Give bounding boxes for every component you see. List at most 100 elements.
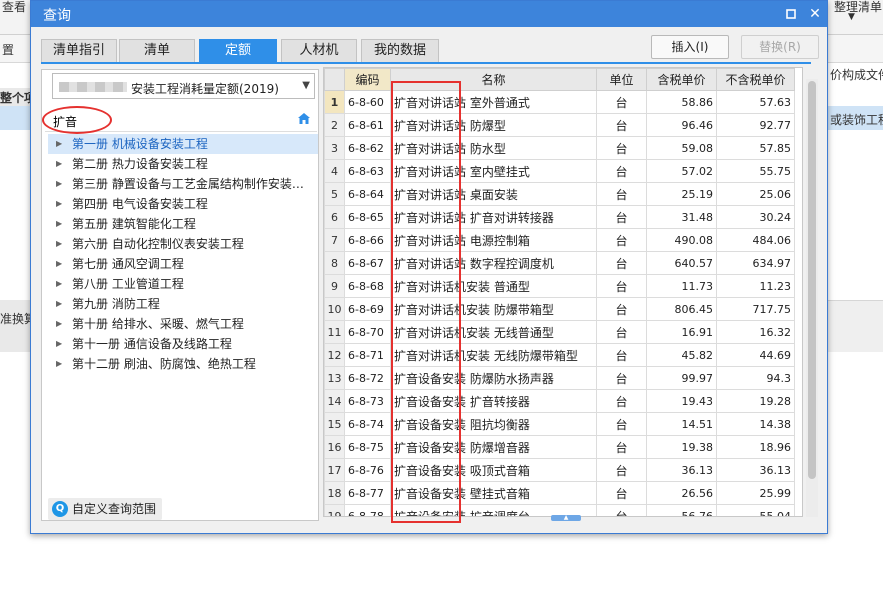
column-header-tax-price[interactable]: 含税单价 xyxy=(646,68,717,91)
column-header-name[interactable]: 名称 xyxy=(390,68,597,91)
column-header-unit[interactable]: 单位 xyxy=(596,68,647,91)
search-icon: Q xyxy=(52,501,68,517)
table-row[interactable]: 18 6-8-77 扩音设备安装 壁挂式音箱台 26.56 25.99 xyxy=(324,481,795,505)
tab-underline xyxy=(41,62,811,64)
vertical-scrollbar[interactable] xyxy=(806,79,818,517)
tab-list[interactable]: 清单 xyxy=(119,39,195,63)
caret-right-icon[interactable]: ▶ xyxy=(56,194,62,214)
quota-code: 6-8-62 xyxy=(344,136,391,160)
table-row[interactable]: 12 6-8-71 扩音对讲话机安装 无线防爆带箱型台 45.82 44.69 xyxy=(324,343,795,367)
table-row[interactable]: 14 6-8-73 扩音设备安装 扩音转接器台 19.43 19.28 xyxy=(324,389,795,413)
tab-labor-material-machine[interactable]: 人材机 xyxy=(281,39,357,63)
quota-name: 扩音对讲话站 室外普通式 xyxy=(390,90,597,114)
tree-item[interactable]: ▶ 第十一册 通信设备及线路工程 xyxy=(48,334,318,354)
quota-unit: 台 xyxy=(596,251,647,275)
home-icon[interactable] xyxy=(297,112,311,126)
notax-price: 44.69 xyxy=(716,343,795,367)
table-row[interactable]: 11 6-8-70 扩音对讲话机安装 无线普通型台 16.91 16.32 xyxy=(324,320,795,344)
tax-price: 14.51 xyxy=(646,412,717,436)
table-row[interactable]: 6 6-8-65 扩音对讲话站 扩音对讲转接器台 31.48 30.24 xyxy=(324,205,795,229)
table-row[interactable]: 8 6-8-67 扩音对讲话站 数字程控调度机台 640.57 634.97 xyxy=(324,251,795,275)
column-header-notax-price[interactable]: 不含税单价 xyxy=(716,68,795,91)
tree-item[interactable]: ▶ 第五册 建筑智能化工程 xyxy=(48,214,318,234)
replace-button[interactable]: 替换(R) xyxy=(741,35,819,59)
caret-right-icon[interactable]: ▶ xyxy=(56,234,62,254)
table-row[interactable]: 13 6-8-72 扩音设备安装 防爆防水扬声器台 99.97 94.3 xyxy=(324,366,795,390)
tab-quota[interactable]: 定额 xyxy=(199,39,277,63)
quota-unit: 台 xyxy=(596,90,647,114)
quota-unit: 台 xyxy=(596,113,647,137)
table-row[interactable]: 9 6-8-68 扩音对讲话机安装 普通型台 11.73 11.23 xyxy=(324,274,795,298)
caret-right-icon[interactable]: ▶ xyxy=(56,254,62,274)
app-row2-label: 置 xyxy=(2,43,15,57)
app-menu-fragment[interactable]: 查看 xyxy=(2,0,26,15)
table-row[interactable]: 1 6-8-60 扩音对讲话站 室外普通式台 58.86 57.63 xyxy=(324,90,795,114)
chapter-tree: ▶ 第一册 机械设备安装工程 ▶ 第二册 热力设备安装工程 ▶ 第三册 静置设备与工艺… xyxy=(48,134,318,374)
notax-price: 57.85 xyxy=(716,136,795,160)
decoration-project-label[interactable]: 或装饰工程 xyxy=(830,111,883,128)
app-selected-row[interactable] xyxy=(0,106,30,130)
row-number: 19 xyxy=(324,504,345,516)
quota-code: 6-8-73 xyxy=(344,389,391,413)
tree-item[interactable]: ▶ 第二册 热力设备安装工程 xyxy=(48,154,318,174)
quota-name: 扩音设备安装 防爆防水扬声器 xyxy=(390,366,597,390)
tree-item[interactable]: ▶ 第九册 消防工程 xyxy=(48,294,318,314)
tree-item[interactable]: ▶ 第十册 给排水、采暖、燃气工程 xyxy=(48,314,318,334)
table-row[interactable]: 17 6-8-76 扩音设备安装 吸顶式音箱台 36.13 36.13 xyxy=(324,458,795,482)
caret-right-icon[interactable]: ▶ xyxy=(56,274,62,294)
table-row[interactable]: 3 6-8-62 扩音对讲话站 防水型台 59.08 57.85 xyxy=(324,136,795,160)
chevron-down-icon[interactable]: ▼ xyxy=(302,80,310,91)
caret-right-icon[interactable]: ▶ xyxy=(56,154,62,174)
close-icon[interactable]: ✕ xyxy=(805,4,825,24)
row-number: 4 xyxy=(324,159,345,183)
tree-item-label: 第六册 自动化控制仪表安装工程 xyxy=(72,237,244,251)
quota-name: 扩音设备安装 壁挂式音箱 xyxy=(390,481,597,505)
quota-code: 6-8-71 xyxy=(344,343,391,367)
quota-code: 6-8-72 xyxy=(344,366,391,390)
organize-list-button[interactable]: 整理清单 xyxy=(834,0,882,15)
quota-name: 扩音对讲话站 防爆型 xyxy=(390,113,597,137)
panel-splitter-handle[interactable]: ▲ xyxy=(551,515,581,521)
row-number: 9 xyxy=(324,274,345,298)
tab-my-data[interactable]: 我的数据 xyxy=(361,39,439,63)
tax-price: 31.48 xyxy=(646,205,717,229)
price-structure-tab[interactable]: 价构成文件 xyxy=(830,66,883,83)
row-number: 1 xyxy=(324,90,345,114)
tree-item[interactable]: ▶ 第七册 通风空调工程 xyxy=(48,254,318,274)
quota-unit: 台 xyxy=(596,481,647,505)
caret-right-icon[interactable]: ▶ xyxy=(56,134,62,154)
table-row[interactable]: 4 6-8-63 扩音对讲话站 室内壁挂式台 57.02 55.75 xyxy=(324,159,795,183)
row-number: 12 xyxy=(324,343,345,367)
tree-item[interactable]: ▶ 第六册 自动化控制仪表安装工程 xyxy=(48,234,318,254)
caret-right-icon[interactable]: ▶ xyxy=(56,354,62,374)
table-row[interactable]: 15 6-8-74 扩音设备安装 阻抗均衡器台 14.51 14.38 xyxy=(324,412,795,436)
tree-item[interactable]: ▶ 第十二册 刷油、防腐蚀、绝热工程 xyxy=(48,354,318,374)
caret-right-icon[interactable]: ▶ xyxy=(56,314,62,334)
tab-list-guide[interactable]: 清单指引 xyxy=(41,39,117,63)
insert-button[interactable]: 插入(I) xyxy=(651,35,729,59)
notax-price: 94.3 xyxy=(716,366,795,390)
tree-item[interactable]: ▶ 第三册 静置设备与工艺金属结构制作安装… xyxy=(48,174,318,194)
quota-name: 扩音对讲话站 扩音对讲转接器 xyxy=(390,205,597,229)
dialog-titlebar[interactable]: 查询 ✕ xyxy=(31,1,827,27)
table-row[interactable]: 2 6-8-61 扩音对讲话站 防爆型台 96.46 92.77 xyxy=(324,113,795,137)
table-row[interactable]: 7 6-8-66 扩音对讲话站 电源控制箱台 490.08 484.06 xyxy=(324,228,795,252)
chevron-down-icon[interactable]: ▼ xyxy=(848,12,855,22)
tree-item[interactable]: ▶ 第四册 电气设备安装工程 xyxy=(48,194,318,214)
tree-item[interactable]: ▶ 第八册 工业管道工程 xyxy=(48,274,318,294)
custom-query-scope-button[interactable]: Q 自定义查询范围 xyxy=(48,498,163,520)
column-header-code[interactable]: 编码 xyxy=(344,68,391,91)
caret-right-icon[interactable]: ▶ xyxy=(56,214,62,234)
table-row[interactable]: 5 6-8-64 扩音对讲话站 桌面安装台 25.19 25.06 xyxy=(324,182,795,206)
restore-icon[interactable] xyxy=(781,4,801,24)
table-row[interactable]: 16 6-8-75 扩音设备安装 防爆增音器台 19.38 18.96 xyxy=(324,435,795,459)
caret-right-icon[interactable]: ▶ xyxy=(56,174,62,194)
scrollbar-thumb[interactable] xyxy=(808,81,816,479)
quota-library-select[interactable]: 安装工程消耗量定额(2019) ▼ xyxy=(52,73,315,99)
table-row[interactable]: 10 6-8-69 扩音对讲话机安装 防爆带箱型台 806.45 717.75 xyxy=(324,297,795,321)
caret-right-icon[interactable]: ▶ xyxy=(56,334,62,354)
caret-right-icon[interactable]: ▶ xyxy=(56,294,62,314)
tree-item-label: 第二册 热力设备安装工程 xyxy=(72,157,208,171)
tree-item[interactable]: ▶ 第一册 机械设备安装工程 xyxy=(48,134,318,154)
tax-price: 96.46 xyxy=(646,113,717,137)
